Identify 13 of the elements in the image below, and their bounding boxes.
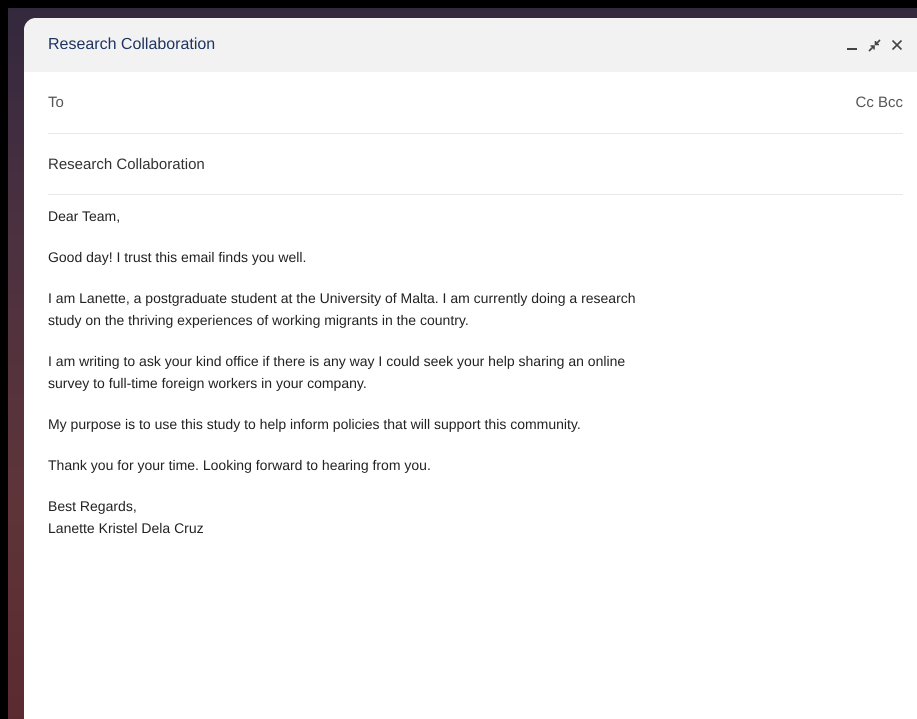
body-paragraph: Dear Team, xyxy=(48,207,122,226)
body-paragraph: I am writing to ask your kind office if there is any way I could seek your help sharing an online survey to full-time foreign workers in your company. xyxy=(48,352,626,393)
subject-field[interactable]: Research Collaboration xyxy=(48,156,205,172)
body-paragraph: My purpose is to use this study to help inform policies that will support this community. xyxy=(48,415,582,434)
close-icon[interactable] xyxy=(891,39,903,51)
body-paragraph: Thank you for your time. Looking forward to hearing from you. xyxy=(48,456,432,475)
window-title: Research Collaboration xyxy=(48,36,216,54)
exit-fullscreen-icon[interactable] xyxy=(868,38,881,52)
to-field-label[interactable]: To xyxy=(48,94,64,111)
body-paragraph: I am Lanette, a postgraduate student at the University of Malta. I am currently doing a research study on the thriving experiences of working migrants in the country. xyxy=(48,289,637,330)
cc-bcc-link[interactable]: Cc Bcc xyxy=(855,94,903,111)
body-paragraph: Good day! I trust this email finds you well. xyxy=(48,248,308,267)
body-paragraph: Best Regards, Lanette Kristel Dela Cruz xyxy=(48,497,205,538)
